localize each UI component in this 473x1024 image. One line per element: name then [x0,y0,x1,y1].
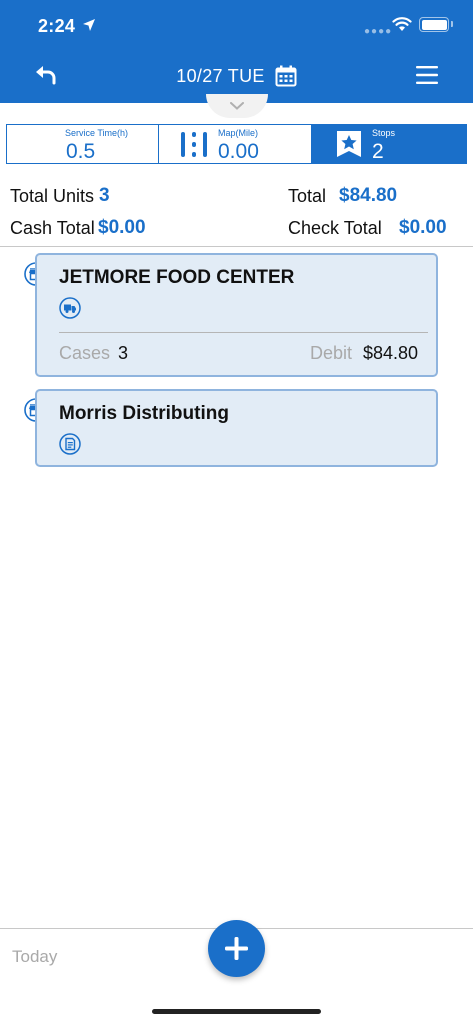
battery-tip [451,21,453,27]
date-label: 10/27 TUE [176,65,265,86]
check-total-label: Check Total [288,218,382,238]
totals-divider [0,246,473,247]
pull-down-handle[interactable] [206,94,268,118]
stops-value: 2 [372,140,384,163]
total-units-label: Total Units [10,186,95,206]
service-time-label: Service Time(h) [65,128,129,138]
date-selector[interactable]: 10/27 TUE [0,62,473,90]
check-total-value: $0.00 [399,217,447,238]
hamburger-menu-icon[interactable] [416,65,438,85]
cases-value: 3 [118,343,129,363]
app-header: 2:24 ●●●● 10/27 TUE [0,0,473,103]
calendar-icon[interactable] [275,65,297,87]
map-label: Map(Mile) [218,128,259,138]
debit-value: $84.80 [363,343,419,363]
status-bar: 2:24 ●●●● [0,0,473,50]
stop-card-morris[interactable]: Morris Distributing [35,389,438,467]
document-icon [59,433,81,455]
status-time: 2:24 [38,16,76,36]
truck-icon [59,297,81,319]
service-time-tab[interactable]: Service Time(h) 0.5 [7,125,159,163]
cash-total-value: $0.00 [98,217,146,238]
plus-icon [225,937,248,960]
service-time-value: 0.5 [66,140,96,163]
debit-label: Debit [310,343,353,363]
map-tab[interactable]: Map(Mile) 0.00 [159,125,312,163]
stops-label: Stops [372,128,396,138]
stop-name: Morris Distributing [59,403,229,424]
chevron-down-icon [230,102,244,110]
home-indicator [152,1009,321,1014]
stops-tab[interactable]: Stops 2 [312,125,466,163]
signal-icon: ●●●● [364,26,393,37]
location-arrow-icon [83,19,95,31]
wifi-icon [392,17,412,31]
today-label[interactable]: Today [12,947,57,967]
stop-name: JETMORE FOOD CENTER [59,267,295,288]
cash-total-label: Cash Total [10,218,95,238]
card-divider [59,332,428,333]
total-value: $84.80 [339,185,398,206]
cases-label: Cases [59,343,111,363]
total-units-value: 3 [99,185,110,206]
total-label: Total [288,186,327,206]
stop-card-jetmore[interactable]: JETMORE FOOD CENTER Cases 3 Debit $84.80 [35,253,438,377]
star-bookmark-icon [337,131,361,157]
stats-bar: Service Time(h) 0.5 Map(Mile) 0.00 Stops… [6,124,467,164]
map-route-icon [181,132,207,157]
map-value: 0.00 [218,140,259,163]
add-button[interactable] [208,920,265,977]
battery-icon [419,17,449,32]
